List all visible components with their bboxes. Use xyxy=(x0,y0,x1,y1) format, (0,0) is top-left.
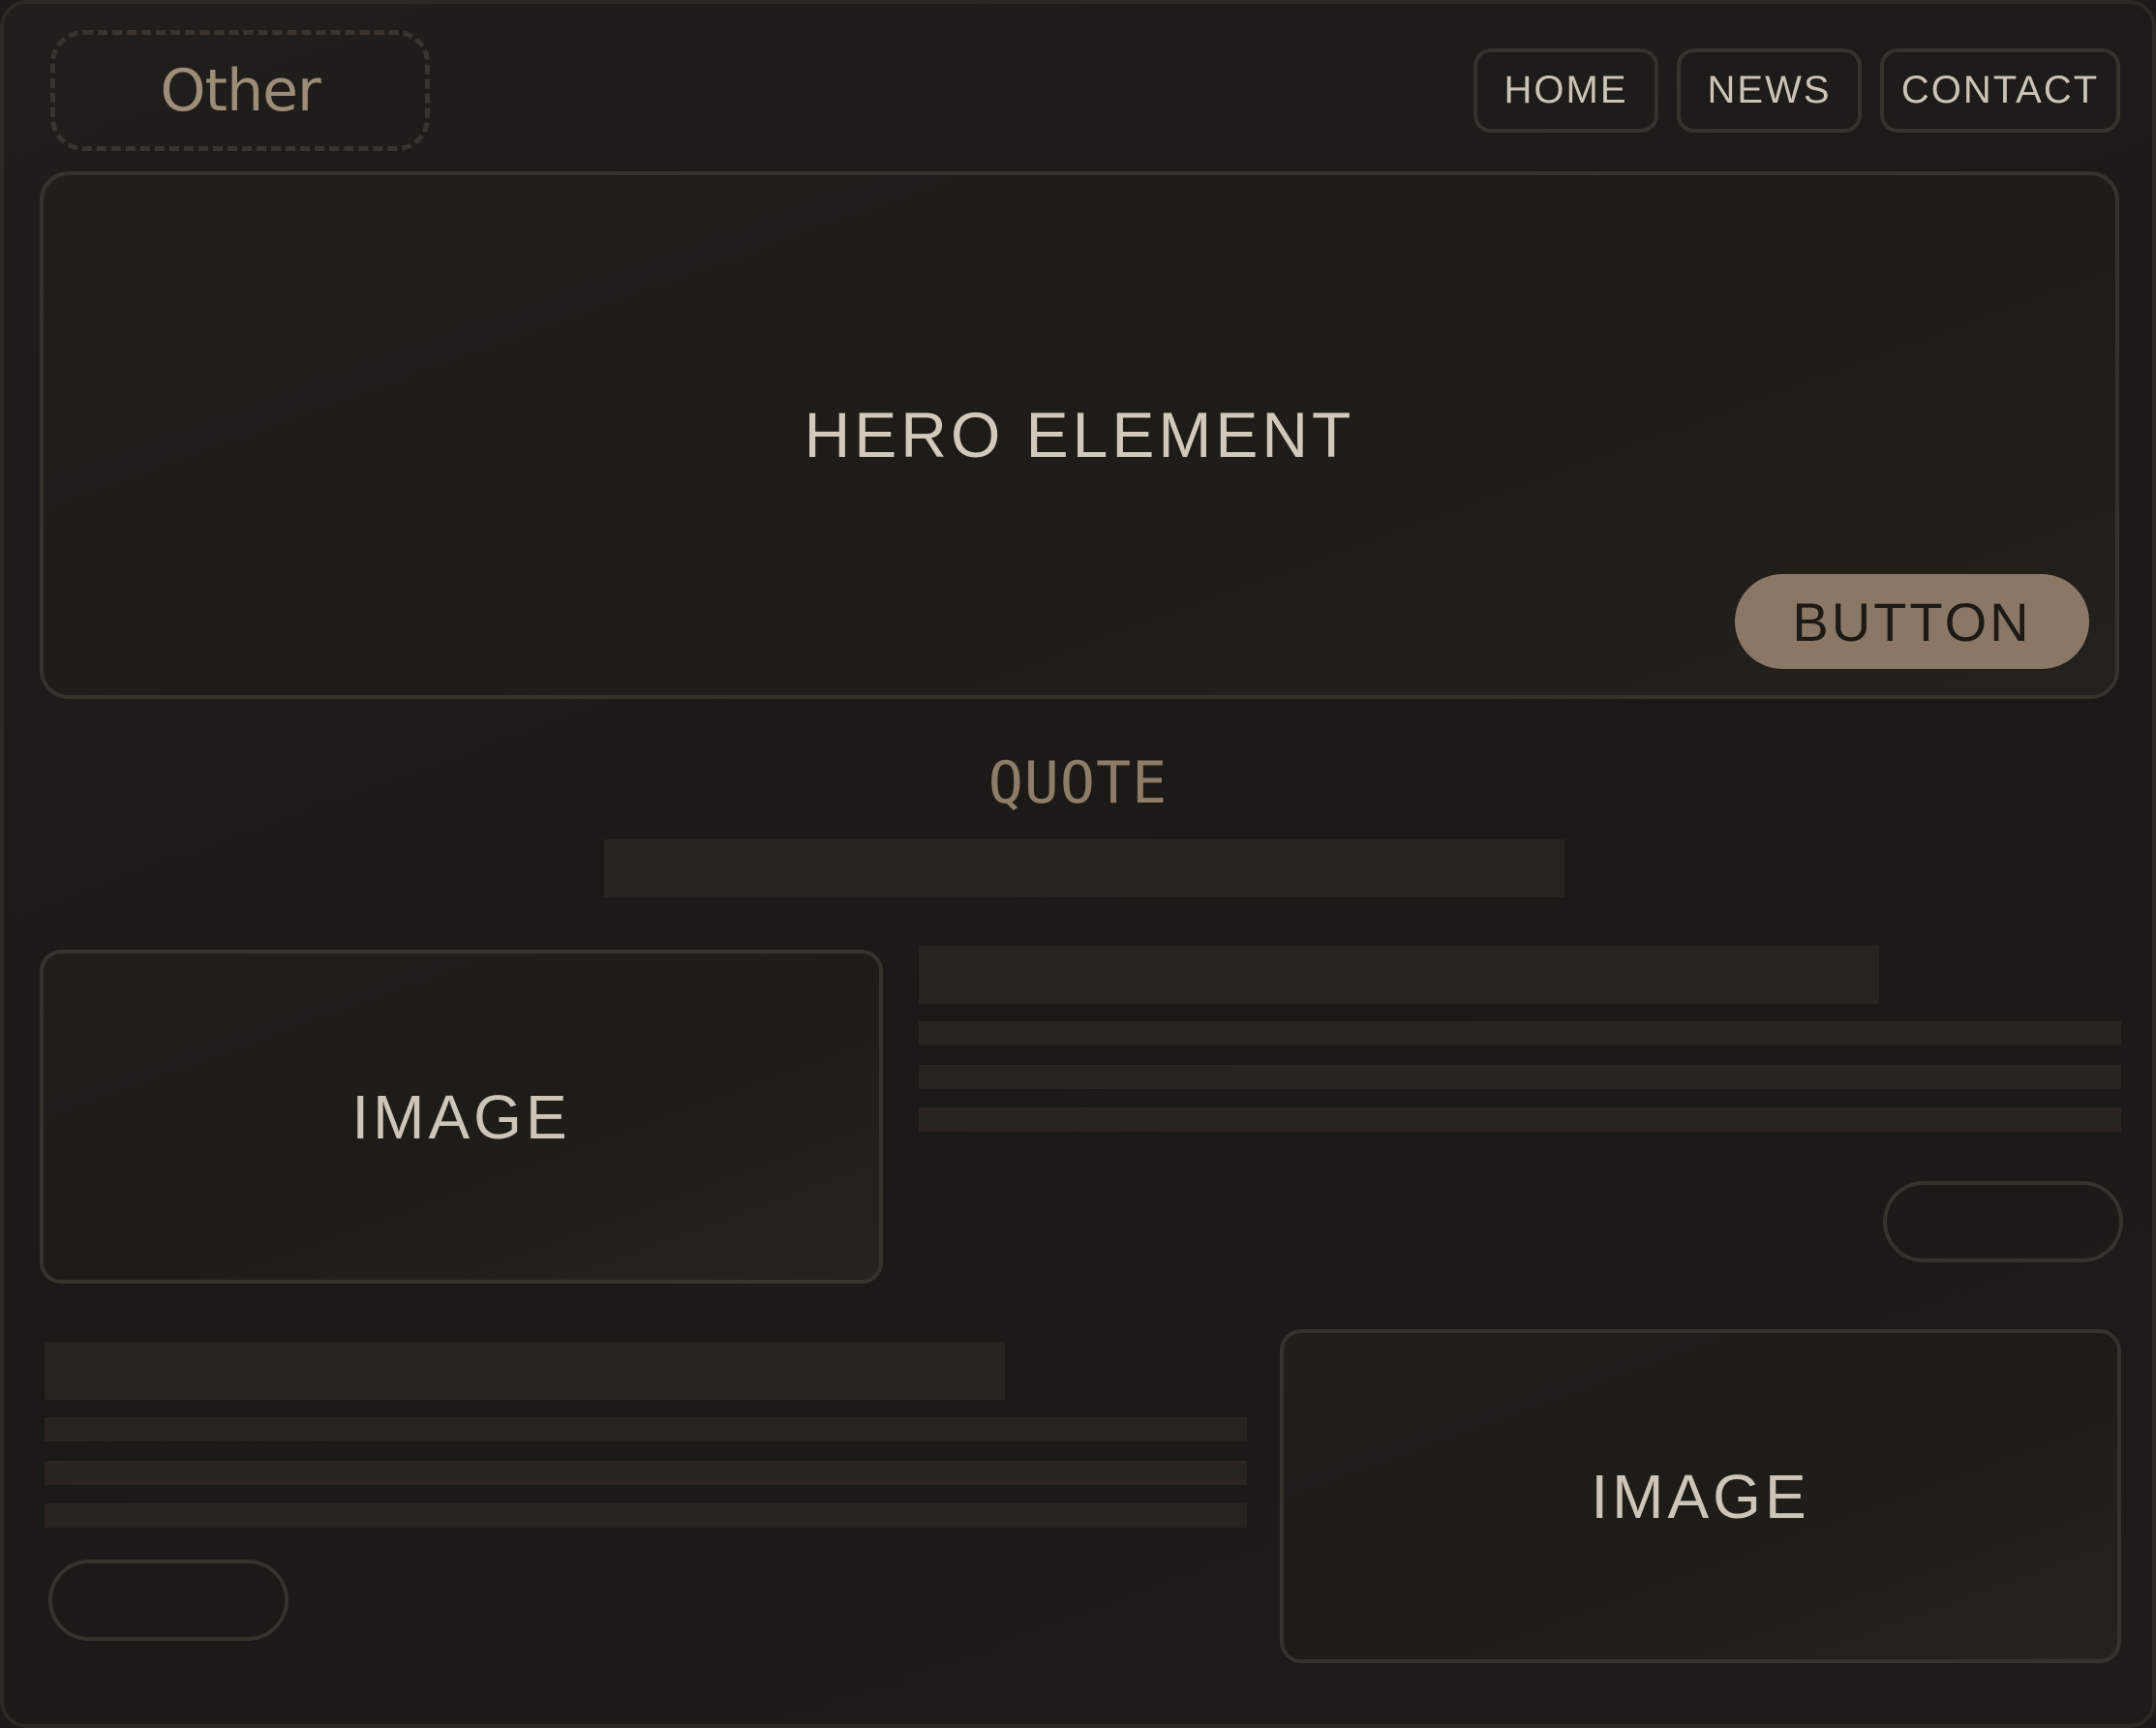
logo-text: Other xyxy=(160,56,320,125)
image-placeholder-1: IMAGE xyxy=(40,950,883,1284)
section-1-text-line xyxy=(919,1065,2121,1089)
section-2-heading-placeholder xyxy=(45,1342,1005,1400)
quote-label: QUOTE xyxy=(987,749,1169,817)
nav-contact-button[interactable]: CONTACT xyxy=(1880,48,2120,133)
section-2-text-line xyxy=(45,1461,1247,1485)
section-2-button[interactable] xyxy=(48,1560,288,1641)
section-2-text-line xyxy=(45,1503,1247,1528)
image-label: IMAGE xyxy=(351,1081,571,1152)
hero-title: HERO ELEMENT xyxy=(804,399,1355,470)
section-1-button[interactable] xyxy=(1883,1181,2123,1262)
image-label: IMAGE xyxy=(1591,1461,1810,1531)
quote-text-placeholder xyxy=(604,839,1564,897)
nav-news-button[interactable]: NEWS xyxy=(1677,48,1862,133)
page-frame: Other HOME NEWS CONTACT HERO ELEMENT BUT… xyxy=(0,0,2156,1728)
section-1-text-line xyxy=(919,1021,2121,1046)
section-1-text-line xyxy=(919,1107,2121,1132)
hero-element: HERO ELEMENT BUTTON xyxy=(40,171,2119,699)
section-2-text-line xyxy=(45,1417,1247,1441)
hero-button[interactable]: BUTTON xyxy=(1735,574,2089,669)
logo[interactable]: Other xyxy=(50,30,430,151)
nav-home-button[interactable]: HOME xyxy=(1473,48,1658,133)
image-placeholder-2: IMAGE xyxy=(1280,1329,2121,1663)
section-1-heading-placeholder xyxy=(919,946,1879,1004)
